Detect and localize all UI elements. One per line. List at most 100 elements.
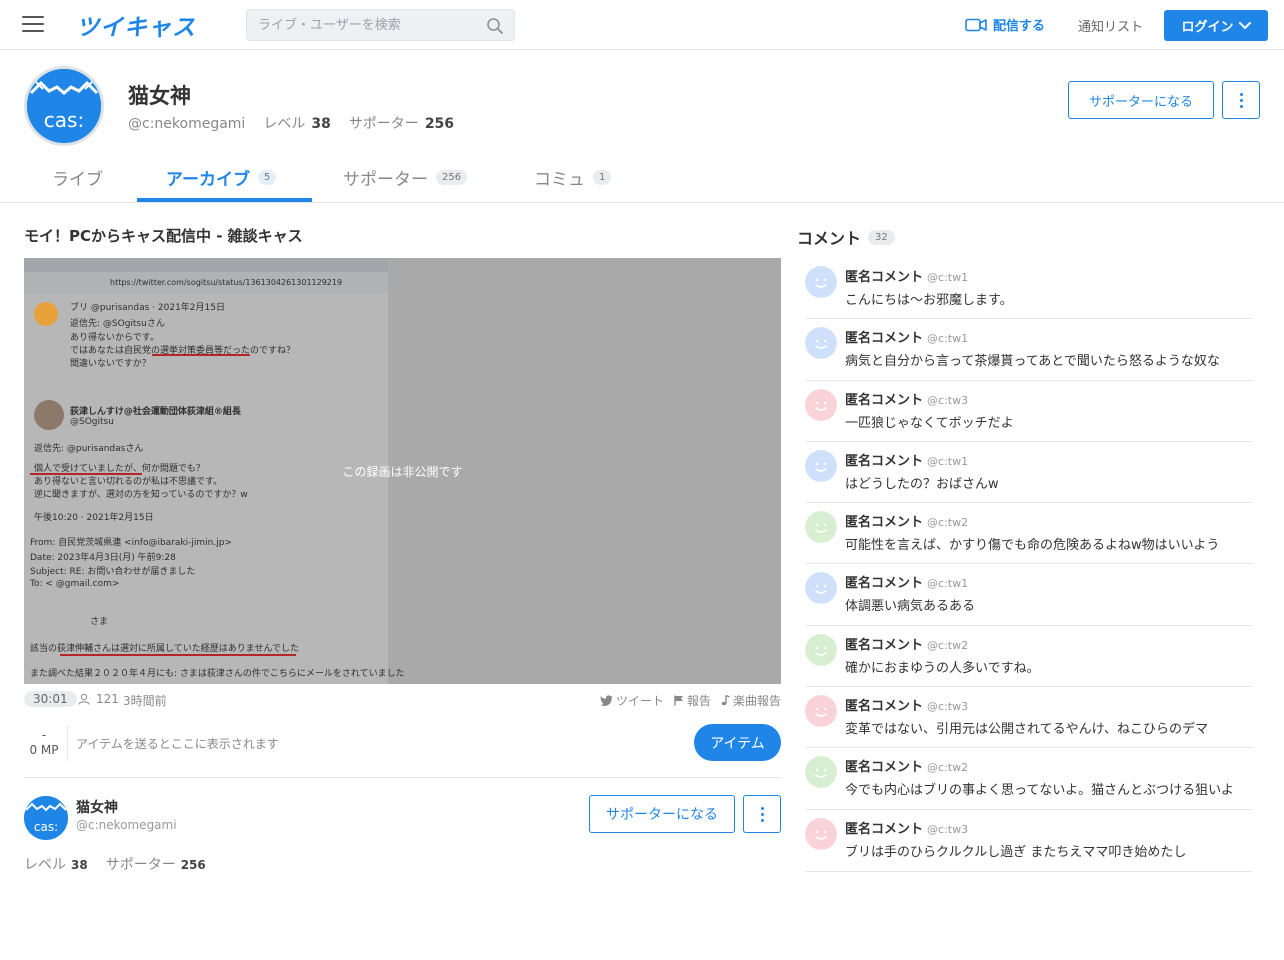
item-button[interactable]: アイテム bbox=[694, 724, 781, 761]
flag-icon bbox=[674, 695, 683, 706]
login-button[interactable]: ログイン bbox=[1164, 10, 1268, 41]
video-duration: 30:01 bbox=[24, 691, 77, 707]
cas-logo-icon: cas: bbox=[27, 69, 101, 143]
twitter-bird-icon bbox=[600, 695, 613, 706]
mp-label: 0 MP bbox=[29, 743, 59, 757]
search-input[interactable] bbox=[247, 10, 482, 40]
become-supporter-button[interactable]: サポーターになる bbox=[589, 795, 735, 833]
anonymous-avatar-icon bbox=[805, 633, 837, 666]
site-logo[interactable]: ツイキャス bbox=[76, 8, 196, 42]
comment-author[interactable]: 匿名コメント @c:tw2 bbox=[845, 756, 968, 775]
comment-author-name: 匿名コメント bbox=[845, 331, 924, 347]
item-hint: アイテムを送るとここに表示されます bbox=[76, 737, 279, 751]
owner-supporters-value: 256 bbox=[180, 858, 206, 872]
comment-author-name: 匿名コメント bbox=[845, 270, 924, 285]
mp-value: - bbox=[41, 728, 47, 742]
top-header: ツイキャス 配信する 通知リスト ログイン bbox=[0, 0, 1284, 50]
comment-text: 一匹狼じゃなくてボッチだよ bbox=[845, 415, 1014, 431]
anonymous-avatar-icon bbox=[805, 327, 837, 360]
comment-author-id: @c:tw1 bbox=[927, 454, 969, 468]
comment-text: はどうしたの？おばさんw bbox=[845, 476, 999, 492]
comment-item: 匿名コメント @c:tw2 確かにおまゆうの人多いですね。 bbox=[805, 626, 1252, 688]
profile-level-label: レベル bbox=[263, 116, 306, 132]
comment-author[interactable]: 匿名コメント @c:tw3 bbox=[845, 389, 968, 408]
broadcast-link[interactable]: 配信する bbox=[965, 15, 1045, 34]
search-icon[interactable] bbox=[486, 17, 504, 35]
video-player[interactable]: https://twitter.com/sogitsu/status/13613… bbox=[24, 258, 781, 684]
comment-author-name: 匿名コメント bbox=[845, 822, 924, 838]
comment-list: 匿名コメント @c:tw1 こんにちは〜お邪魔します。 匿名コメント @c:tw1 病気と… bbox=[805, 258, 1252, 872]
more-options-button[interactable] bbox=[1222, 81, 1260, 119]
tab-supporters[interactable]: サポーター 256 bbox=[343, 152, 468, 203]
profile-avatar[interactable]: cas: bbox=[24, 66, 104, 146]
profile-name: 猫女神 bbox=[128, 84, 191, 108]
report-link[interactable]: 報告 bbox=[674, 692, 711, 709]
search-box bbox=[246, 9, 515, 41]
comments-count: 32 bbox=[868, 229, 895, 245]
tab-archive[interactable]: アーカイブ 5 bbox=[166, 152, 277, 203]
tab-label: コミュ bbox=[534, 170, 585, 190]
comment-author[interactable]: 匿名コメント @c:tw2 bbox=[845, 511, 968, 530]
comment-author-name: 匿名コメント bbox=[845, 637, 924, 653]
person-icon bbox=[78, 693, 90, 705]
menu-icon[interactable] bbox=[22, 16, 44, 34]
anonymous-avatar-icon bbox=[805, 388, 837, 421]
tab-label: ライブ bbox=[52, 170, 103, 190]
tweet-link[interactable]: ツイート bbox=[600, 692, 664, 709]
comment-author[interactable]: 匿名コメント @c:tw2 bbox=[845, 634, 968, 653]
profile-tabs: ライブ アーカイブ 5 サポーター 256 コミュ 1 bbox=[0, 152, 1284, 203]
owner-avatar[interactable]: cas: bbox=[24, 796, 68, 840]
comment-text: 病気と自分から言って茶爆貰ってあとで聞いたら怒るような奴な bbox=[845, 354, 1220, 370]
anonymous-avatar-icon bbox=[805, 695, 837, 728]
comment-author-id: @c:tw3 bbox=[927, 700, 969, 714]
tab-community[interactable]: コミュ 1 bbox=[534, 152, 612, 203]
kebab-icon bbox=[760, 806, 764, 822]
comment-text: こんにちは〜お邪魔します。 bbox=[845, 293, 1013, 308]
tab-live[interactable]: ライブ bbox=[52, 152, 103, 203]
item-row: - 0 MP アイテムを送るとここに表示されます アイテム bbox=[24, 722, 781, 778]
comment-author[interactable]: 匿名コメント @c:tw1 bbox=[845, 572, 968, 591]
more-options-button[interactable] bbox=[743, 795, 781, 833]
comment-text: 変革ではない、引用元は公開されてるやんけ、ねこひらのデマ bbox=[845, 722, 1208, 738]
video-title: モイ！PCからキャス配信中 - 雑談キャス bbox=[24, 227, 303, 245]
video-meta: 30:01 121 3時間前 ツイート 報告 楽曲報告 bbox=[24, 691, 781, 709]
owner-name[interactable]: 猫女神 bbox=[76, 797, 118, 817]
notify-list-link[interactable]: 通知リスト bbox=[1078, 16, 1143, 35]
comment-item: 匿名コメント @c:tw1 こんにちは〜お邪魔します。 bbox=[805, 258, 1252, 320]
comment-author-id: @c:tw1 bbox=[927, 332, 969, 346]
anonymous-avatar-icon bbox=[805, 572, 837, 605]
owner-stats: レベル 38 サポーター 256 bbox=[24, 854, 219, 874]
avatar-text: cas: bbox=[44, 108, 84, 132]
comment-author[interactable]: 匿名コメント @c:tw1 bbox=[845, 450, 968, 469]
music-report-label: 楽曲報告 bbox=[732, 694, 781, 708]
become-supporter-button[interactable]: サポーターになる bbox=[1068, 81, 1214, 119]
login-label: ログイン bbox=[1181, 20, 1234, 35]
comment-author-id: @c:tw1 bbox=[927, 271, 969, 284]
comment-item: 匿名コメント @c:tw1 はどうしたの？おばさんw bbox=[805, 442, 1252, 504]
cas-logo-icon: cas: bbox=[24, 796, 68, 840]
tab-count: 256 bbox=[436, 170, 468, 185]
comment-author-id: @c:tw3 bbox=[927, 393, 969, 407]
profile-level-value: 38 bbox=[311, 116, 331, 132]
comment-author[interactable]: 匿名コメント @c:tw3 bbox=[845, 818, 968, 837]
anonymous-avatar-icon bbox=[805, 511, 837, 544]
owner-level-label: レベル bbox=[24, 857, 66, 873]
comment-author-id: @c:tw2 bbox=[927, 761, 969, 775]
video-camera-icon bbox=[965, 18, 987, 31]
report-label: 報告 bbox=[686, 694, 711, 708]
tab-label: サポーター bbox=[343, 170, 428, 190]
tab-count: 5 bbox=[257, 170, 277, 185]
mp-counter: - 0 MP bbox=[24, 728, 64, 758]
viewer-count: 121 bbox=[78, 692, 119, 706]
chevron-down-icon bbox=[1238, 21, 1251, 29]
comments-title: コメント bbox=[797, 229, 862, 248]
profile-supporters-label: サポーター bbox=[348, 116, 419, 132]
anonymous-avatar-icon bbox=[805, 756, 837, 789]
comment-author[interactable]: 匿名コメント @c:tw1 bbox=[845, 327, 968, 346]
profile-supporters-value: 256 bbox=[424, 116, 455, 132]
comment-author[interactable]: 匿名コメント @c:tw3 bbox=[845, 695, 968, 714]
music-report-link[interactable]: 楽曲報告 bbox=[721, 692, 781, 709]
comment-author-name: 匿名コメント bbox=[845, 760, 924, 776]
comment-author[interactable]: 匿名コメント @c:tw1 bbox=[845, 266, 968, 285]
comment-author-id: @c:tw1 bbox=[927, 577, 969, 591]
